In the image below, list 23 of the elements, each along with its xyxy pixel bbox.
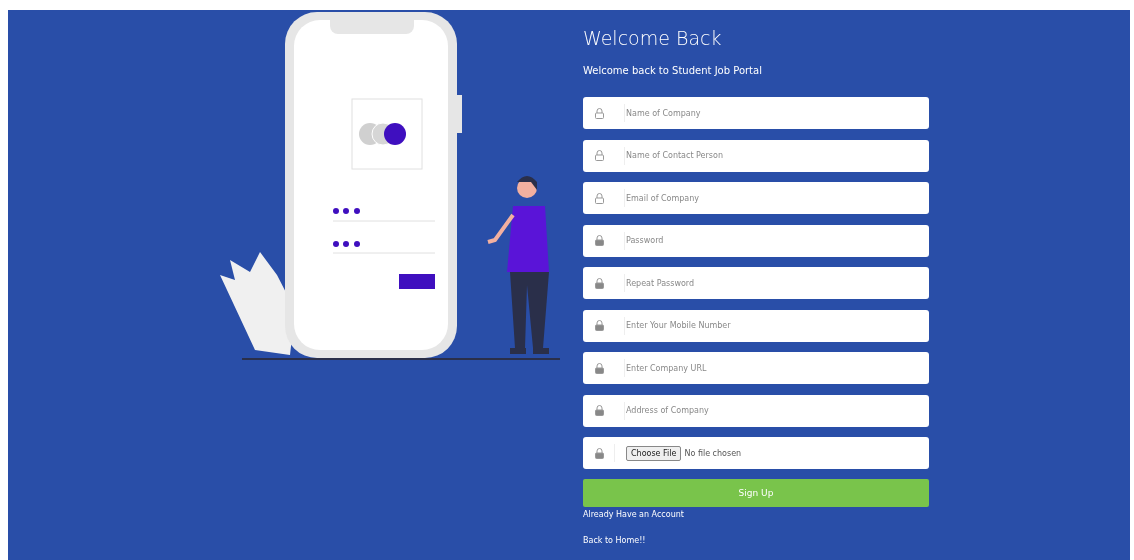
lock-icon — [595, 107, 604, 119]
lock-icon — [595, 362, 604, 374]
lock-icon — [595, 277, 604, 289]
lock-icon — [595, 405, 604, 416]
input-field[interactable]: Name of Company — [583, 97, 929, 129]
lock-icon — [595, 235, 604, 246]
text-link[interactable]: Back to Home!! — [583, 535, 646, 546]
input-field[interactable]: Enter Your Mobile Number — [583, 309, 929, 342]
lock-icon — [595, 150, 604, 161]
choose-file-button[interactable]: Choose File — [626, 445, 682, 461]
input-field[interactable]: Password — [583, 224, 929, 257]
input-field[interactable]: Address of Company — [583, 394, 929, 427]
input-field[interactable]: Name of Contact Person — [583, 139, 929, 172]
input-field[interactable]: Enter Company URL — [583, 352, 929, 384]
form-title: Welcome Back — [583, 26, 722, 50]
input-field[interactable]: Repeat Password — [583, 267, 929, 299]
form-subtitle: Welcome back to Student Job Portal — [583, 64, 762, 78]
text-link[interactable]: Already Have an Account — [583, 509, 684, 520]
lock-icon — [595, 320, 604, 331]
file-status-text: No file chosen — [684, 448, 742, 458]
lock-icon — [595, 447, 604, 459]
lock-icon — [595, 192, 604, 204]
input-field[interactable]: Email of Company — [583, 182, 929, 214]
